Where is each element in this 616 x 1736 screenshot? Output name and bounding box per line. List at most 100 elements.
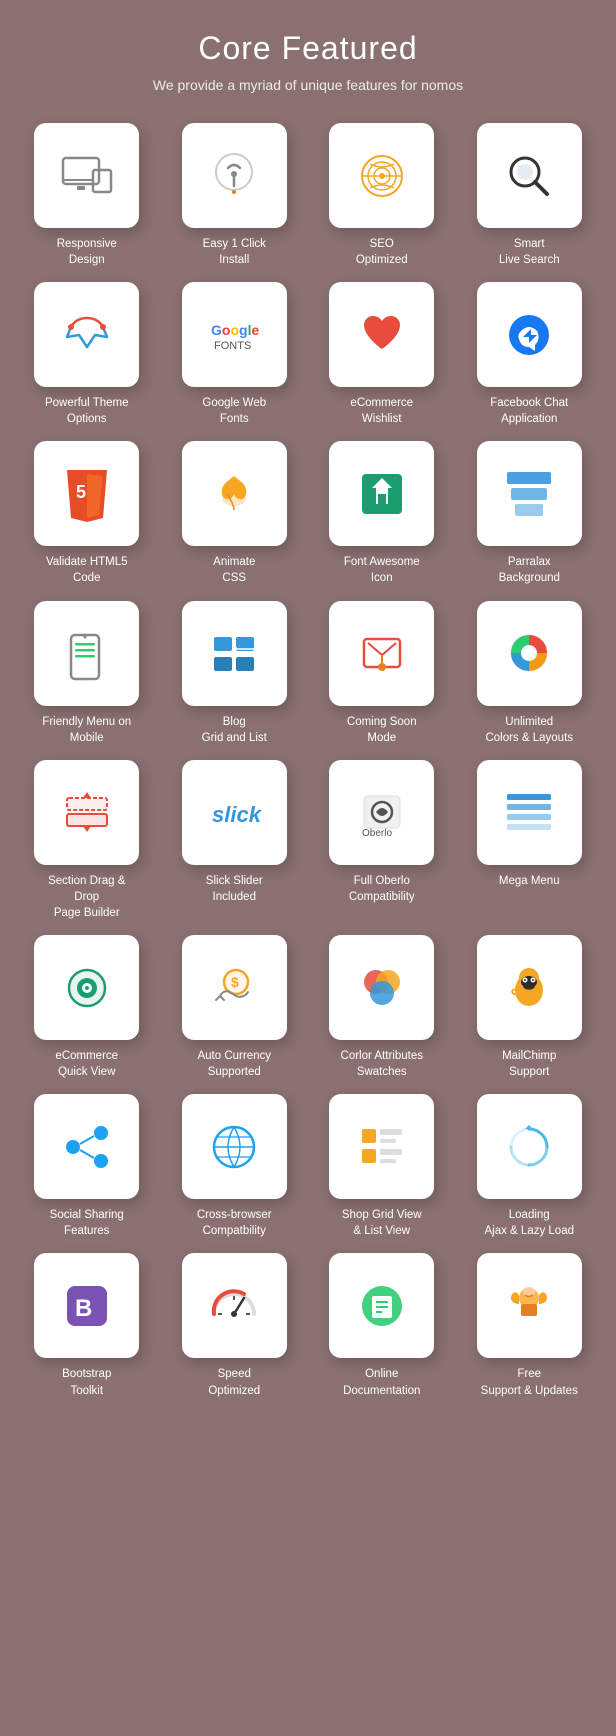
feature-item-online-documentation: Online Documentation: [315, 1253, 449, 1398]
feature-item-seo-optimized: SEO Optimized: [315, 123, 449, 268]
icon-box-color-attributes: [329, 935, 434, 1040]
page-header: Core Featured We provide a myriad of uni…: [20, 30, 596, 93]
icon-box-section-drag-drop: [34, 760, 139, 865]
feature-label-loading-ajax: Loading Ajax & Lazy Load: [484, 1207, 574, 1239]
feature-item-animate-css: Animate CSS: [168, 441, 302, 586]
icon-box-ecommerce-quickview: [34, 935, 139, 1040]
feature-label-easy-install: Easy 1 Click Install: [203, 236, 266, 268]
svg-text:B: B: [75, 1295, 92, 1322]
icon-box-bootstrap: B: [34, 1253, 139, 1358]
features-grid: Responsive Design Easy 1 Click Install S…: [20, 123, 596, 1399]
feature-item-bootstrap: B Bootstrap Toolkit: [20, 1253, 154, 1398]
feature-label-powerful-theme-options: Powerful Theme Options: [45, 395, 129, 427]
feature-label-oberlo: Full Oberlo Compatibility: [349, 873, 415, 905]
icon-box-auto-currency: $: [182, 935, 287, 1040]
feature-item-loading-ajax: Loading Ajax & Lazy Load: [463, 1094, 597, 1239]
feature-label-responsive-design: Responsive Design: [57, 236, 117, 268]
icon-box-seo-optimized: [329, 123, 434, 228]
feature-item-social-sharing: Social Sharing Features: [20, 1094, 154, 1239]
icon-box-ecommerce-wishlist: [329, 282, 434, 387]
icon-box-mailchimp: [477, 935, 582, 1040]
icon-box-validate-html5: 5: [34, 441, 139, 546]
page-subtitle: We provide a myriad of unique features f…: [20, 77, 596, 93]
feature-item-blog-grid-list: Blog Grid and List: [168, 601, 302, 746]
feature-item-section-drag-drop: Section Drag & Drop Page Builder: [20, 760, 154, 921]
icon-box-friendly-menu: [34, 601, 139, 706]
feature-label-friendly-menu: Friendly Menu on Mobile: [42, 714, 131, 746]
feature-item-mailchimp: MailChimp Support: [463, 935, 597, 1080]
feature-label-unlimited-colors: Unlimited Colors & Layouts: [485, 714, 573, 746]
icon-box-smart-live-search: [477, 123, 582, 228]
svg-text:Oberlo: Oberlo: [362, 828, 392, 839]
feature-label-speed-optimized: Speed Optimized: [208, 1366, 260, 1398]
icon-box-animate-css: [182, 441, 287, 546]
feature-label-section-drag-drop: Section Drag & Drop Page Builder: [34, 873, 139, 921]
icon-box-parallax-background: [477, 441, 582, 546]
icon-box-loading-ajax: [477, 1094, 582, 1199]
icon-box-mega-menu: [477, 760, 582, 865]
feature-label-facebook-chat: Facebook Chat Application: [490, 395, 568, 427]
feature-item-ecommerce-quickview: eCommerce Quick View: [20, 935, 154, 1080]
feature-label-mailchimp: MailChimp Support: [502, 1048, 556, 1080]
feature-label-ecommerce-quickview: eCommerce Quick View: [55, 1048, 118, 1080]
feature-item-responsive-design: Responsive Design: [20, 123, 154, 268]
icon-box-slick-slider: slick: [182, 760, 287, 865]
icon-box-oberlo: Oberlo: [329, 760, 434, 865]
feature-label-color-attributes: Corlor Attributes Swatches: [341, 1048, 423, 1080]
feature-item-cross-browser: Cross-browser Compatbility: [168, 1094, 302, 1239]
feature-label-bootstrap: Bootstrap Toolkit: [62, 1366, 111, 1398]
page-title: Core Featured: [20, 30, 596, 67]
icon-box-blog-grid-list: [182, 601, 287, 706]
icon-box-powerful-theme-options: [34, 282, 139, 387]
icon-box-online-documentation: [329, 1253, 434, 1358]
feature-label-blog-grid-list: Blog Grid and List: [202, 714, 267, 746]
feature-label-animate-css: Animate CSS: [213, 554, 255, 586]
icon-box-shop-grid: [329, 1094, 434, 1199]
icon-box-cross-browser: [182, 1094, 287, 1199]
feature-item-free-support: Free Support & Updates: [463, 1253, 597, 1398]
feature-label-shop-grid: Shop Grid View & List View: [342, 1207, 422, 1239]
feature-item-color-attributes: Corlor Attributes Swatches: [315, 935, 449, 1080]
icon-box-unlimited-colors: [477, 601, 582, 706]
feature-item-unlimited-colors: Unlimited Colors & Layouts: [463, 601, 597, 746]
icon-box-font-awesome: [329, 441, 434, 546]
feature-label-google-web-fonts: Google Web Fonts: [202, 395, 266, 427]
feature-label-mega-menu: Mega Menu: [499, 873, 560, 889]
svg-text:FONTS: FONTS: [214, 340, 251, 352]
feature-item-easy-install: Easy 1 Click Install: [168, 123, 302, 268]
feature-item-validate-html5: 5 Validate HTML5 Code: [20, 441, 154, 586]
feature-item-smart-live-search: Smart Live Search: [463, 123, 597, 268]
feature-item-powerful-theme-options: Powerful Theme Options: [20, 282, 154, 427]
feature-label-parallax-background: Parralax Background: [499, 554, 560, 586]
icon-box-coming-soon: [329, 601, 434, 706]
feature-label-smart-live-search: Smart Live Search: [499, 236, 560, 268]
feature-item-google-web-fonts: Google FONTS Google Web Fonts: [168, 282, 302, 427]
feature-item-mega-menu: Mega Menu: [463, 760, 597, 921]
feature-item-parallax-background: Parralax Background: [463, 441, 597, 586]
feature-item-ecommerce-wishlist: eCommerce Wishlist: [315, 282, 449, 427]
feature-label-slick-slider: Slick Slider Included: [206, 873, 263, 905]
feature-item-speed-optimized: Speed Optimized: [168, 1253, 302, 1398]
feature-label-cross-browser: Cross-browser Compatbility: [197, 1207, 272, 1239]
feature-label-online-documentation: Online Documentation: [343, 1366, 420, 1398]
svg-text:5: 5: [76, 482, 86, 502]
icon-box-free-support: [477, 1253, 582, 1358]
feature-label-seo-optimized: SEO Optimized: [356, 236, 408, 268]
feature-label-auto-currency: Auto Currency Supported: [197, 1048, 271, 1080]
icon-box-responsive-design: [34, 123, 139, 228]
feature-label-coming-soon: Coming Soon Mode: [347, 714, 417, 746]
feature-label-free-support: Free Support & Updates: [481, 1366, 578, 1398]
icon-box-speed-optimized: [182, 1253, 287, 1358]
svg-text:Google: Google: [211, 322, 259, 338]
feature-item-font-awesome: Font Awesome Icon: [315, 441, 449, 586]
svg-text:$: $: [231, 974, 239, 990]
feature-label-font-awesome: Font Awesome Icon: [344, 554, 420, 586]
feature-label-social-sharing: Social Sharing Features: [50, 1207, 124, 1239]
icon-box-google-web-fonts: Google FONTS: [182, 282, 287, 387]
feature-item-shop-grid: Shop Grid View & List View: [315, 1094, 449, 1239]
svg-text:slick: slick: [212, 802, 262, 827]
feature-item-friendly-menu: Friendly Menu on Mobile: [20, 601, 154, 746]
icon-box-social-sharing: [34, 1094, 139, 1199]
icon-box-facebook-chat: [477, 282, 582, 387]
feature-label-ecommerce-wishlist: eCommerce Wishlist: [350, 395, 413, 427]
